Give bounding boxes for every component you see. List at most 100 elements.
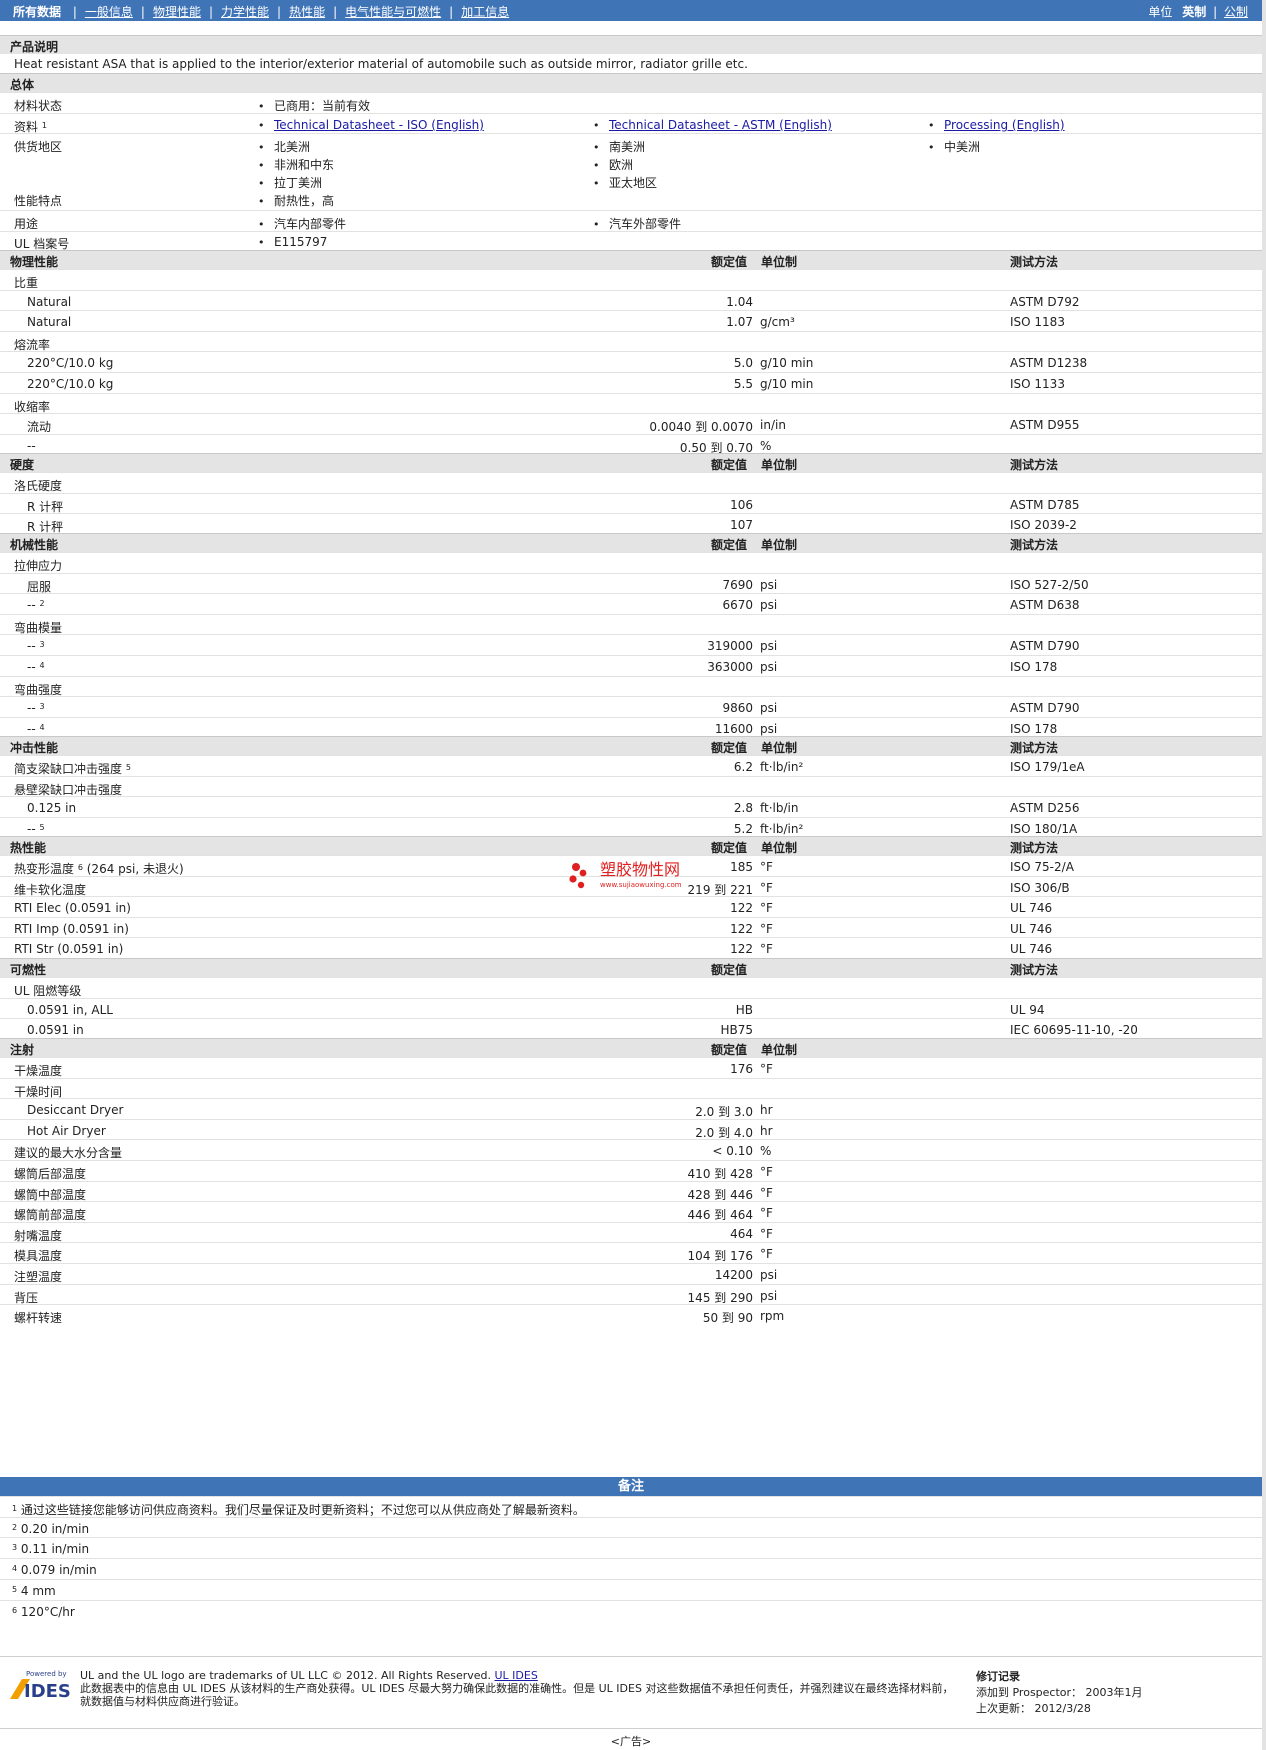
section-title: 硬度 bbox=[10, 458, 35, 472]
property-row: 建议的最大水分含量 < 0.10% bbox=[0, 1139, 1262, 1160]
property-row: Natural 1.07 g/cm³ ISO 1183 bbox=[0, 310, 1262, 331]
property-value: 5.2 bbox=[733, 821, 753, 836]
property-value: 6670 bbox=[722, 598, 753, 613]
property-label: Natural bbox=[27, 294, 72, 309]
section-header: 可燃性 额定值 测试方法 bbox=[0, 958, 1262, 977]
doc-link-processing[interactable]: Processing (English) bbox=[944, 118, 1065, 132]
section-title: 物理性能 bbox=[10, 255, 59, 269]
note-item: 3 0.11 in/min bbox=[0, 1537, 1262, 1558]
test-method: ISO 527-2/50 bbox=[1010, 577, 1089, 592]
footer: Powered by IDES UL and the UL logo are t… bbox=[0, 1656, 1262, 1717]
test-method: IEC 60695-11-10, -20 bbox=[1010, 1023, 1138, 1038]
unit-header: 单位制 bbox=[761, 1043, 798, 1057]
method-header: 测试方法 bbox=[1010, 741, 1059, 755]
revision-title: 修订记录 bbox=[976, 1670, 1020, 1683]
property-row: UL 阻燃等级 bbox=[0, 977, 1262, 998]
property-row: 拉伸应力 bbox=[0, 552, 1262, 573]
nav-all-data[interactable]: 所有数据 bbox=[13, 3, 61, 20]
region-item: 南美洲 bbox=[593, 138, 645, 155]
footnote-ref: 2 bbox=[39, 599, 45, 609]
property-label: 螺杆转速 bbox=[14, 1311, 63, 1326]
watermark-url: www.sujiaowuxing.com bbox=[600, 881, 682, 889]
property-row: 弯曲模量 bbox=[0, 613, 1262, 635]
value-header: 额定值 bbox=[711, 1043, 748, 1057]
property-row: -- 4 11600 psi ISO 178 bbox=[0, 716, 1262, 738]
nav-link[interactable]: 热性能 bbox=[289, 5, 325, 19]
property-label: 简支梁缺口冲击强度 5 bbox=[14, 762, 131, 776]
nav-link[interactable]: 物理性能 bbox=[153, 5, 201, 19]
test-method: ISO 2039-2 bbox=[1010, 518, 1077, 533]
property-label: 220°C/10.0 kg bbox=[27, 377, 114, 391]
property-value: 122 bbox=[730, 901, 753, 916]
property-unit: in/in bbox=[760, 418, 786, 433]
method-header: 测试方法 bbox=[1010, 458, 1059, 472]
doc-link-iso[interactable]: Technical Datasheet - ISO (English) bbox=[274, 118, 484, 132]
property-label: 收缩率 bbox=[14, 399, 51, 414]
units-imperial[interactable]: 英制 bbox=[1182, 5, 1206, 19]
note-item: 1 通过这些链接您能够访问供应商资料。我们尽量保证及时更新资料；不过您可以从供应… bbox=[0, 1496, 1262, 1517]
property-label: 维卡软化温度 bbox=[14, 882, 87, 897]
general-title: 总体 bbox=[10, 78, 35, 92]
property-unit: g/10 min bbox=[760, 356, 814, 371]
ul-file-value: E115797 bbox=[258, 235, 327, 249]
property-value: < 0.10 bbox=[712, 1144, 753, 1159]
section-title: 机械性能 bbox=[10, 538, 59, 552]
method-header: 测试方法 bbox=[1010, 538, 1059, 552]
property-row: 螺杆转速 50 到 90 rpm bbox=[0, 1304, 1262, 1325]
ul-file-row: UL 档案号 E115797 bbox=[0, 231, 1262, 251]
powered-by-text: Powered by bbox=[26, 1670, 67, 1678]
property-label: 220°C/10.0 kg bbox=[27, 356, 114, 371]
property-label: 弯曲强度 bbox=[14, 682, 63, 697]
property-label: 弯曲模量 bbox=[14, 620, 63, 635]
property-label: 干燥时间 bbox=[14, 1084, 63, 1099]
property-value: 50 到 90 bbox=[702, 1311, 753, 1326]
doc-link-astm[interactable]: Technical Datasheet - ASTM (English) bbox=[609, 118, 832, 132]
property-row: RTI Str (0.0591 in) 122 °F UL 746 bbox=[0, 937, 1262, 958]
property-row: -- 3 319000 psi ASTM D790 bbox=[0, 634, 1262, 655]
status-label: 材料状态 bbox=[14, 99, 63, 113]
section-title: 热性能 bbox=[10, 841, 47, 855]
property-row: 干燥温度 176 °F bbox=[0, 1057, 1262, 1078]
test-method: ASTM D638 bbox=[1010, 598, 1080, 613]
property-label: -- 4 bbox=[27, 721, 45, 736]
property-label: 流动 bbox=[27, 420, 52, 435]
nav-link[interactable]: 力学性能 bbox=[221, 5, 269, 19]
revision-added: 添加到 Prospector： 2003年1月 bbox=[976, 1686, 1143, 1699]
section-header: 注射 额定值 单位制 bbox=[0, 1038, 1262, 1057]
property-row: R 计秤 107 ISO 2039-2 bbox=[0, 513, 1262, 534]
nav-link[interactable]: 电气性能与可燃性 bbox=[345, 5, 441, 19]
property-label: -- 3 bbox=[27, 701, 45, 716]
section-title: 可燃性 bbox=[10, 963, 47, 977]
property-unit: °F bbox=[760, 1165, 773, 1179]
property-row: Hot Air Dryer 2.0 到 4.0 hr bbox=[0, 1118, 1262, 1140]
property-value: 11600 bbox=[714, 721, 753, 736]
ul-ides-link[interactable]: UL IDES bbox=[495, 1669, 538, 1682]
nav-separator: | bbox=[208, 5, 214, 19]
test-method: ASTM D792 bbox=[1010, 294, 1080, 309]
value-header: 额定值 bbox=[711, 741, 748, 755]
note-text: 6 120°C/hr bbox=[12, 1604, 75, 1619]
test-method: UL 746 bbox=[1010, 942, 1053, 957]
scrollbar[interactable] bbox=[1262, 0, 1266, 1750]
property-unit: °F bbox=[760, 1185, 773, 1200]
units-metric[interactable]: 公制 bbox=[1224, 5, 1248, 19]
section-header: 冲击性能 额定值 单位制 测试方法 bbox=[0, 736, 1262, 755]
nav-separator: | bbox=[140, 5, 145, 19]
property-value: 319000 bbox=[707, 639, 753, 654]
watermark-logo: 塑胶物性网 www.sujiaowuxing.com bbox=[569, 860, 682, 889]
property-unit: °F bbox=[760, 860, 773, 874]
note-item: 6 120°C/hr bbox=[0, 1599, 1262, 1621]
nav-link[interactable]: 一般信息 bbox=[85, 5, 133, 19]
property-row: 螺筒前部温度 446 到 464 °F bbox=[0, 1201, 1262, 1222]
nav-separator: | bbox=[277, 5, 282, 19]
property-label: 比重 bbox=[14, 276, 39, 290]
test-method: ISO 75-2/A bbox=[1010, 860, 1074, 874]
nav-separator: | bbox=[72, 5, 77, 19]
property-unit: °F bbox=[760, 880, 773, 895]
footnote-ref: 3 bbox=[39, 640, 45, 650]
region-item: 非洲和中东 bbox=[258, 156, 334, 173]
property-row: Natural 1.04 ASTM D792 bbox=[0, 289, 1262, 311]
property-unit: ft·lb/in bbox=[760, 801, 799, 816]
property-row: 收缩率 bbox=[0, 392, 1262, 414]
nav-link[interactable]: 加工信息 bbox=[461, 5, 509, 19]
